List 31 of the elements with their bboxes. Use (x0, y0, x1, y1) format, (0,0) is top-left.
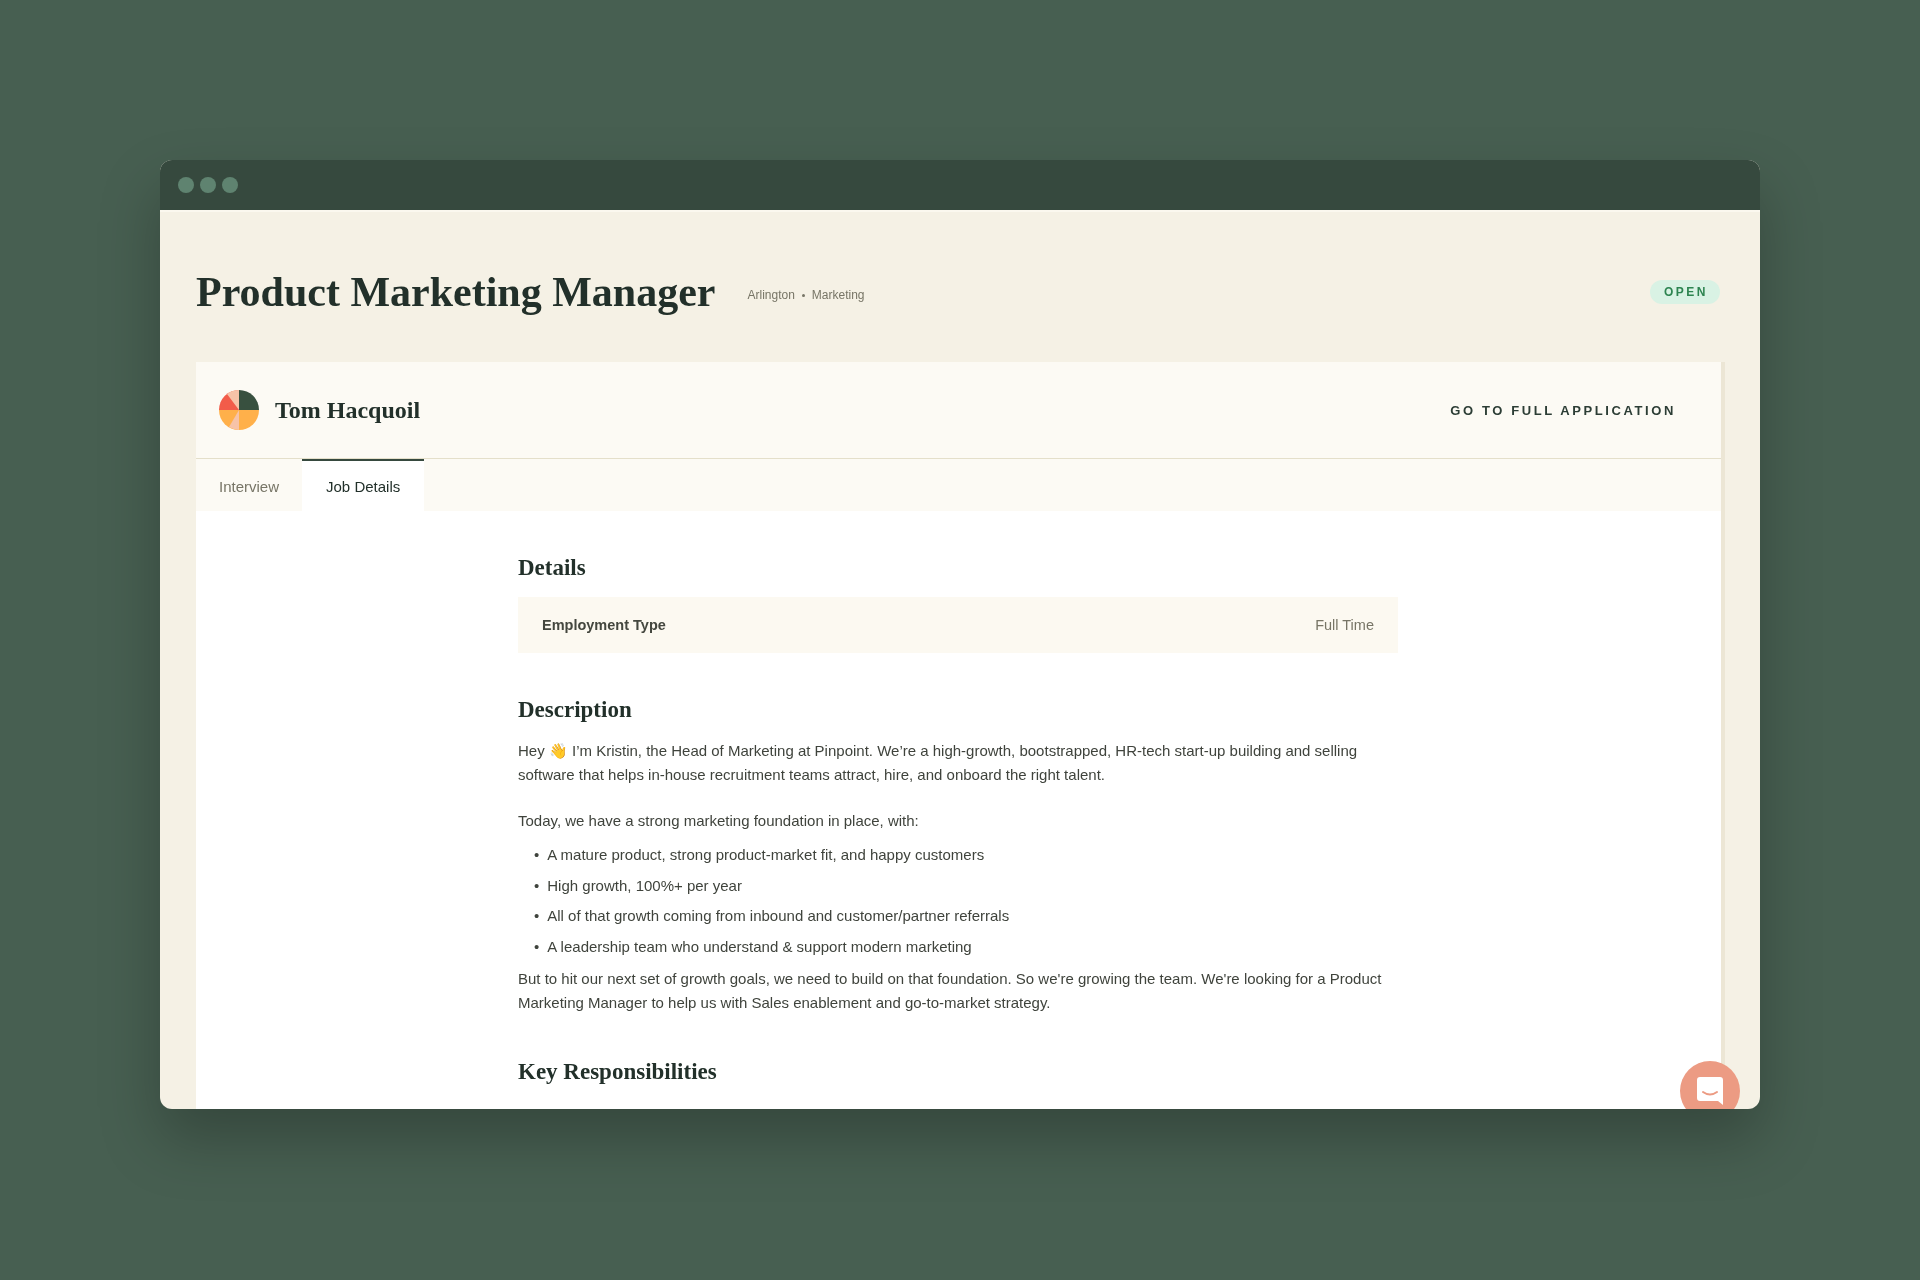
description-paragraph: Today, we have a strong marketing foundation in place, with: (518, 811, 920, 831)
section-heading: Description (518, 697, 633, 723)
section-heading: Key Responsibilities (518, 1058, 718, 1085)
tab[interactable]: Job Details (302, 459, 425, 511)
tab[interactable]: Interview (196, 459, 303, 511)
description-paragraph: Hey 👋 I’m Kristin, the Head of Marketing at Pinpoint. We’re a high-growth, bootstrapped, HR-tech start-up building and selling software that helps in-house recruitment teams attract, hire, and onboard the right talent. (518, 741, 1359, 785)
chat-icon (1697, 1077, 1723, 1105)
window-dot[interactable] (200, 177, 216, 193)
full-application-link[interactable]: GO TO FULL APPLICATION (1450, 402, 1676, 418)
detail-label: Employment Type (542, 617, 666, 633)
bullet-marker: • (534, 845, 540, 865)
chat-button[interactable] (1680, 1061, 1740, 1109)
separator-dot (801, 293, 805, 297)
section-heading: Details (518, 555, 587, 581)
window-dot[interactable] (178, 177, 194, 193)
window-dot[interactable] (222, 177, 238, 193)
status-badge: OPEN (1650, 280, 1720, 304)
bullet-item: A leadership team who understand & support modern marketing (547, 936, 972, 957)
avatar-icon (219, 390, 259, 430)
job-title: Product Marketing Manager (196, 268, 716, 316)
job-meta: Arlington (747, 288, 795, 302)
bullet-item: A mature product, strong product-market fit, and happy customers (547, 845, 985, 865)
candidate-name: Tom Hacquoil (275, 396, 421, 424)
bullet-item: High growth, 100%+ per year (547, 875, 742, 896)
bullet-marker: • (534, 875, 540, 896)
detail-value: Full Time (1315, 617, 1374, 633)
job-meta: Marketing (811, 288, 865, 302)
bullet-marker: • (534, 906, 540, 926)
bullet-item: All of that growth coming from inbound and customer/partner referrals (547, 906, 1010, 926)
bullet-marker: • (534, 936, 540, 957)
description-paragraph: But to hit our next set of growth goals, we need to build on that foundation. So we're growing the team. We're looking for a Product Marketing Manager to help us with Sales enablement and go-to-market strategy. (518, 968, 1383, 1013)
